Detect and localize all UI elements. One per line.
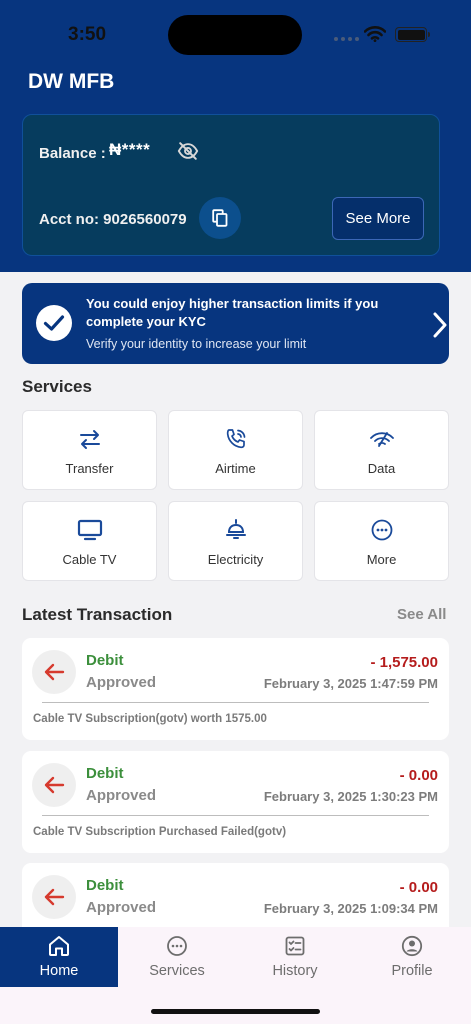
transaction-status: Approved: [86, 899, 157, 916]
service-transfer[interactable]: Transfer: [22, 410, 157, 490]
services-heading: Services: [22, 377, 92, 396]
debit-arrow-icon: [32, 763, 76, 807]
tab-label: History: [272, 963, 318, 979]
debit-arrow-icon: [32, 650, 76, 694]
bulb-icon: [224, 517, 248, 543]
copy-icon: [212, 209, 228, 227]
tab-home[interactable]: Home: [0, 927, 118, 987]
tab-label: Services: [149, 963, 205, 979]
phone-call-icon: [224, 426, 248, 452]
service-label: More: [366, 552, 397, 567]
balance-label: Balance :: [39, 145, 106, 162]
services-grid: Transfer Airtime Data Cable TV Electrici…: [22, 410, 449, 581]
transaction-date: February 3, 2025 1:30:23 PM: [263, 789, 438, 804]
status-time: 3:50: [68, 24, 107, 45]
account-number: Acct no: 9026560079: [39, 211, 187, 228]
cellular-signal-icon: [334, 37, 359, 41]
service-label: Airtime: [215, 461, 256, 476]
transaction-date: February 3, 2025 1:47:59 PM: [263, 676, 438, 691]
transaction-date: February 3, 2025 1:09:34 PM: [263, 901, 438, 916]
battery-icon: [395, 27, 430, 42]
home-icon: [47, 935, 71, 957]
chevron-right-icon: [433, 312, 447, 338]
profile-icon: [401, 935, 423, 957]
app-title: DW MFB: [28, 70, 115, 93]
services-icon: [166, 935, 188, 957]
transaction-status: Approved: [86, 674, 157, 691]
wifi-icon: [364, 26, 386, 42]
transactions-heading: Latest Transaction: [22, 605, 173, 624]
status-bar: 3:50: [0, 0, 471, 60]
dynamic-island: [168, 15, 302, 55]
service-airtime[interactable]: Airtime: [168, 410, 303, 490]
tab-services[interactable]: Services: [118, 927, 236, 987]
transaction-amount: - 0.00: [399, 879, 438, 896]
divider: [42, 815, 429, 816]
transaction-type: Debit: [86, 877, 124, 894]
signal-icon: [369, 426, 395, 452]
tab-label: Profile: [391, 963, 433, 979]
divider: [42, 702, 429, 703]
more-icon: [370, 517, 394, 543]
kyc-banner[interactable]: You could enjoy higher transaction limit…: [22, 283, 449, 364]
transfer-icon: [78, 426, 102, 452]
balance-card: Balance : ₦**** Acct no: 9026560079 See …: [22, 114, 440, 256]
service-cable-tv[interactable]: Cable TV: [22, 501, 157, 581]
service-electricity[interactable]: Electricity: [168, 501, 303, 581]
transaction-amount: - 1,575.00: [370, 654, 438, 671]
service-label: Transfer: [65, 461, 114, 476]
kyc-title: You could enjoy higher transaction limit…: [86, 296, 379, 329]
home-indicator: [151, 1009, 320, 1014]
check-circle-icon: [36, 305, 72, 341]
service-label: Electricity: [207, 552, 264, 567]
tab-label: Home: [39, 963, 79, 979]
tab-profile[interactable]: Profile: [353, 927, 471, 987]
tv-icon: [77, 517, 103, 543]
tab-history[interactable]: History: [236, 927, 354, 987]
transaction-amount: - 0.00: [399, 767, 438, 784]
kyc-subtitle: Verify your identity to increase your li…: [86, 337, 307, 351]
eye-off-icon[interactable]: [177, 141, 199, 161]
balance-value: ₦****: [109, 140, 151, 159]
transaction-description: Cable TV Subscription Purchased Failed(g…: [33, 826, 287, 838]
transaction-card[interactable]: Debit Approved - 0.00 February 3, 2025 1…: [22, 751, 449, 853]
service-more[interactable]: More: [314, 501, 449, 581]
transaction-type: Debit: [86, 765, 124, 782]
service-data[interactable]: Data: [314, 410, 449, 490]
transaction-card[interactable]: Debit Approved - 1,575.00 February 3, 20…: [22, 638, 449, 740]
see-all-link[interactable]: See All: [397, 606, 446, 623]
bottom-tab-bar: Home Services History Profile: [0, 927, 471, 1024]
transaction-type: Debit: [86, 652, 124, 669]
copy-account-button[interactable]: [199, 197, 241, 239]
debit-arrow-icon: [32, 875, 76, 919]
see-more-button[interactable]: See More: [332, 197, 424, 240]
transaction-description: Cable TV Subscription(gotv) worth 1575.0…: [33, 713, 267, 725]
service-label: Cable TV: [62, 552, 117, 567]
service-label: Data: [367, 461, 396, 476]
header: 3:50 DW MFB Balance : ₦**** Acct no: 902…: [0, 0, 471, 272]
transaction-status: Approved: [86, 787, 157, 804]
history-icon: [284, 935, 306, 957]
